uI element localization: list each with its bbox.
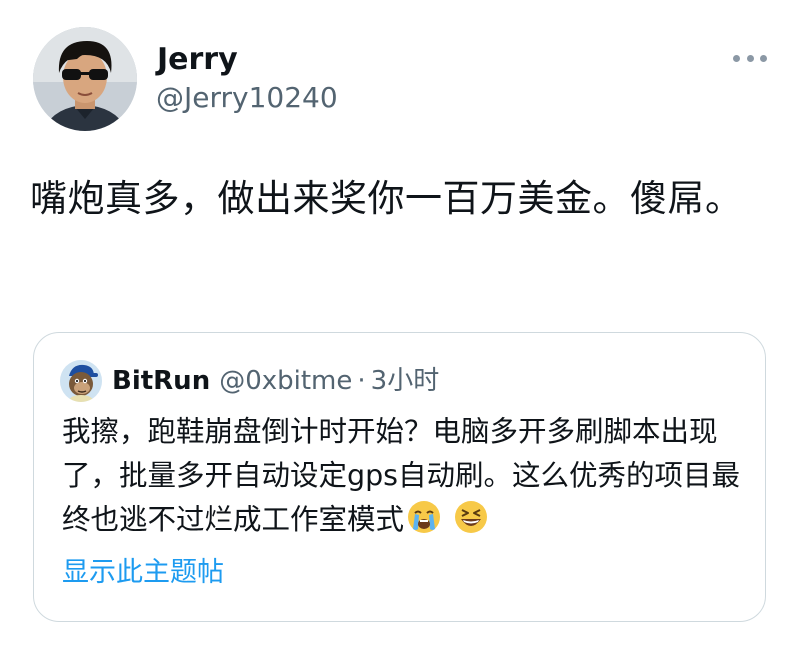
- author-name[interactable]: Jerry: [157, 42, 238, 78]
- grinning-squinting-face-emoji-icon: [453, 499, 489, 535]
- tweet: Jerry @Jerry10240 嘴炮真多，做出来奖你一百万美金。傻屌。 Bi…: [0, 0, 800, 645]
- dot: [733, 54, 740, 62]
- quoted-tweet[interactable]: BitRun @0xbitme · 3小时 我擦，跑鞋崩盘倒计时开始？电脑多开多…: [33, 332, 766, 622]
- show-thread-link[interactable]: 显示此主题帖: [62, 553, 224, 593]
- ape-avatar-icon: [60, 360, 102, 402]
- more-options-icon[interactable]: [733, 46, 767, 70]
- author-handle[interactable]: @Jerry10240: [156, 81, 338, 115]
- quoted-text-block: 我擦，跑鞋崩盘倒计时开始？电脑多开多刷脚本出现了，批量多开自动设定gps自动刷。…: [62, 410, 752, 542]
- quoted-timestamp[interactable]: 3小时: [371, 363, 440, 399]
- tweet-text: 嘴炮真多，做出来奖你一百万美金。傻屌。: [30, 177, 743, 220]
- quoted-author-name[interactable]: BitRun: [112, 363, 210, 399]
- quoted-header: BitRun @0xbitme · 3小时: [112, 363, 439, 399]
- quoted-text: 我擦，跑鞋崩盘倒计时开始？电脑多开多刷脚本出现了，批量多开自动设定gps自动刷。…: [62, 415, 741, 536]
- loudly-crying-face-emoji-icon: [406, 499, 442, 535]
- quoted-author-avatar[interactable]: [60, 360, 102, 402]
- quoted-author-handle[interactable]: @0xbitme: [219, 363, 352, 399]
- dot: [746, 54, 754, 62]
- dot: [760, 54, 767, 62]
- author-avatar[interactable]: [33, 27, 137, 131]
- separator-dot: ·: [357, 366, 366, 396]
- user-avatar-sunglasses-icon: [33, 27, 137, 131]
